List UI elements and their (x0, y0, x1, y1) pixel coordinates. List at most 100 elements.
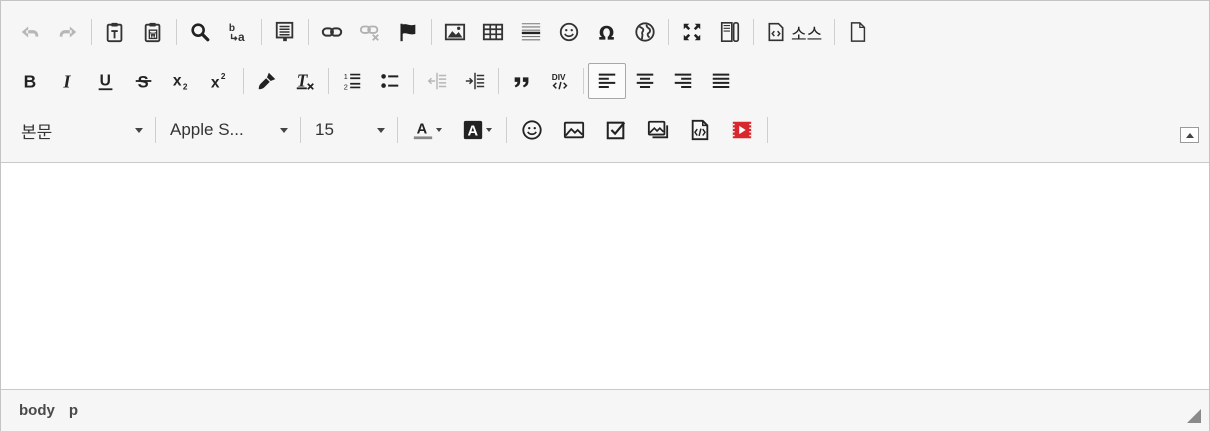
separator (506, 117, 507, 143)
align-left-button[interactable] (588, 63, 626, 99)
undo-button[interactable] (11, 14, 49, 50)
div-button[interactable]: DIV (541, 63, 579, 99)
search-icon (191, 23, 210, 42)
text-color-icon: A (413, 122, 433, 140)
text-color-button[interactable]: A (402, 112, 452, 148)
div-icon: DIV (552, 73, 568, 90)
indent-button[interactable] (456, 63, 494, 99)
svg-text:a: a (238, 30, 245, 43)
font-size-select-value: 15 (315, 120, 334, 139)
subscript-icon: x2 (173, 73, 188, 92)
new-page-button[interactable] (839, 14, 877, 50)
paste-text-icon (106, 22, 123, 43)
redo-icon (59, 26, 77, 38)
table-icon (482, 23, 504, 41)
source-button[interactable]: 소스 (758, 14, 830, 50)
align-right-icon (674, 73, 692, 88)
chevron-down-icon (377, 127, 385, 133)
chevron-down-icon (486, 128, 492, 132)
flag-icon (400, 23, 416, 42)
special-char-button[interactable]: Ω (588, 14, 626, 50)
paste-word-button[interactable] (134, 14, 172, 50)
svg-text:x: x (211, 74, 220, 91)
template-button[interactable] (266, 14, 304, 50)
italic-button[interactable]: I (49, 63, 87, 99)
outdent-button[interactable] (418, 63, 456, 99)
font-select-value: Apple S... (170, 120, 244, 139)
remove-format-button[interactable]: T (286, 63, 324, 99)
code-file-button[interactable] (679, 112, 721, 148)
paste-text-button[interactable] (96, 14, 134, 50)
strikethrough-button[interactable]: S (125, 63, 163, 99)
smiley-button[interactable] (550, 14, 588, 50)
separator (431, 19, 432, 45)
bold-icon: B (24, 71, 37, 91)
font-select[interactable]: Apple S... (160, 112, 296, 148)
clear-format-icon: T (296, 71, 314, 91)
maximize-button[interactable] (673, 14, 711, 50)
paste-word-icon (144, 22, 161, 43)
find-button[interactable] (181, 14, 219, 50)
align-right-button[interactable] (664, 63, 702, 99)
table-button[interactable] (474, 14, 512, 50)
separator (498, 68, 499, 94)
svg-text:DIV: DIV (552, 73, 566, 82)
strikethrough-icon: S (135, 73, 152, 91)
bulleted-list-button[interactable] (371, 63, 409, 99)
svg-text:x: x (173, 73, 182, 90)
chevron-down-icon (280, 127, 288, 133)
image-icon (444, 23, 466, 41)
format-select[interactable]: 본문 (11, 112, 151, 148)
svg-text:2: 2 (183, 82, 188, 91)
globe-icon (635, 22, 655, 42)
indent-icon (465, 72, 485, 90)
resize-handle-icon[interactable] (1187, 409, 1201, 423)
separator (834, 19, 836, 45)
separator (243, 68, 244, 94)
iframe-button[interactable] (626, 14, 664, 50)
element-path-p[interactable]: p (69, 402, 78, 419)
brush-icon (258, 72, 276, 90)
outdent-icon (427, 72, 447, 90)
underline-icon: U (98, 73, 113, 91)
new-page-icon (851, 22, 866, 42)
emoji-button[interactable] (511, 112, 553, 148)
superscript-button[interactable]: x2 (201, 63, 239, 99)
show-blocks-button[interactable] (711, 14, 749, 50)
replace-button[interactable]: ba (219, 14, 257, 50)
align-left-icon (598, 73, 616, 88)
separator (176, 19, 177, 45)
copy-format-button[interactable] (248, 63, 286, 99)
blockquote-button[interactable] (503, 63, 541, 99)
link-button[interactable] (313, 14, 351, 50)
checkbox-button[interactable] (595, 112, 637, 148)
video-button[interactable] (721, 112, 763, 148)
subscript-button[interactable]: x2 (163, 63, 201, 99)
align-center-button[interactable] (626, 63, 664, 99)
redo-button[interactable] (49, 14, 87, 50)
numbered-list-button[interactable]: 12 (333, 63, 371, 99)
chevron-down-icon (436, 128, 442, 132)
chevron-up-icon (1185, 132, 1194, 138)
bold-button[interactable]: B (11, 63, 49, 99)
anchor-button[interactable] (389, 14, 427, 50)
underline-button[interactable]: U (87, 63, 125, 99)
image-button[interactable] (436, 14, 474, 50)
font-size-select[interactable]: 15 (305, 112, 393, 148)
horizontal-line-button[interactable] (512, 14, 550, 50)
toolbar: ba Ω 소스 B I U S x 2 x 2 T 1 2 DIV 본문 App… (1, 1, 1209, 163)
quote-icon (514, 77, 529, 88)
editor-content-area[interactable] (1, 163, 1209, 388)
source-label: 소스 (791, 24, 823, 44)
gallery-button[interactable] (637, 112, 679, 148)
unlink-button[interactable] (351, 14, 389, 50)
image-upload-button[interactable] (553, 112, 595, 148)
background-color-button[interactable]: A (452, 112, 502, 148)
element-path-body[interactable]: body (19, 402, 55, 419)
maximize-icon (683, 23, 701, 41)
superscript-icon: x2 (211, 72, 226, 91)
separator (155, 117, 156, 143)
justify-button[interactable] (702, 63, 740, 99)
video-icon (732, 121, 752, 139)
collapse-toolbar-button[interactable] (1180, 127, 1199, 143)
